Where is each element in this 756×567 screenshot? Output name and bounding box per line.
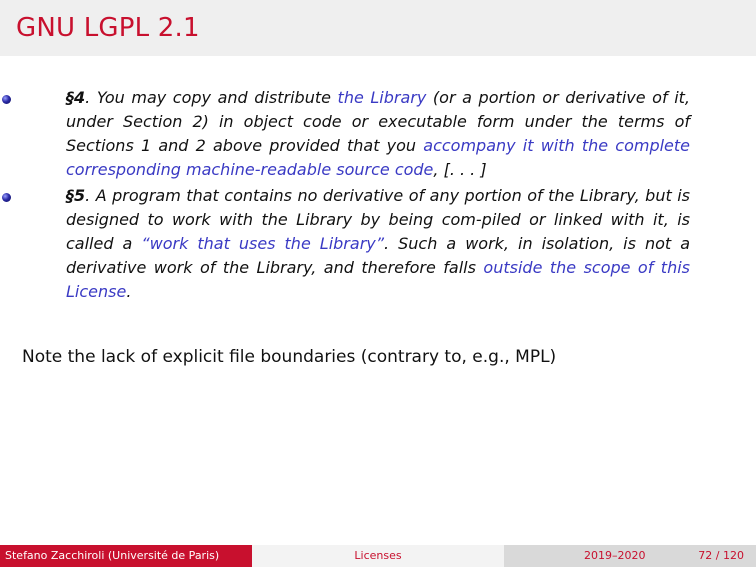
bullet-icon [2,193,11,202]
slide-content: §4. You may copy and distribute the Libr… [0,86,756,306]
list-item: §5. A program that contains no derivativ… [2,184,690,304]
bullet-icon [2,95,11,104]
footer-date: 2019–2020 [584,549,646,562]
highlight-text: “work that uses the Library” [141,234,385,253]
footer-author: Stefano Zacchiroli (Université de Paris) [0,545,252,567]
footer-right: 2019–2020 72 / 120 [504,545,756,567]
title-bar: GNU LGPL 2.1 [0,0,756,56]
section-number: §4 [66,88,86,107]
list-item: §4. You may copy and distribute the Libr… [2,86,690,182]
page-number: 72 / 120 [698,549,744,562]
footer-topic: Licenses [252,545,504,567]
section-number: §5 [66,186,86,205]
item-text: , [. . . ] [433,160,487,179]
item-text: . You may copy and distribute [85,88,338,107]
note-text: Note the lack of explicit file boundarie… [22,347,557,367]
highlight-text: the Library [337,88,427,107]
footer: Stefano Zacchiroli (Université de Paris)… [0,545,756,567]
item-text: . [126,282,132,301]
slide-title: GNU LGPL 2.1 [16,13,200,43]
